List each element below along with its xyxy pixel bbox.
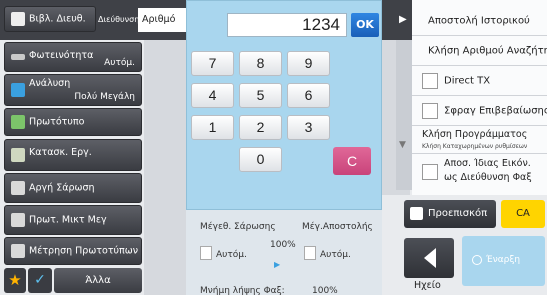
key-3[interactable]: 3 (287, 115, 330, 140)
slow-scan-icon (11, 181, 25, 195)
address-tab[interactable]: Διεύθυνση (98, 10, 142, 30)
confirm-stamp-checkbox[interactable] (422, 102, 438, 119)
job-build-label: Κατασκ. Εργ. (29, 147, 92, 158)
favorite-button[interactable]: ★ (4, 268, 26, 293)
status-area: Μέγεθ. Σάρωσης Μέγ.Αποστολής 100% Αυτόμ.… (186, 210, 382, 295)
slow-scan-button[interactable]: Αργή Σάρωση (4, 173, 142, 203)
direct-tx-button[interactable]: Direct TX (412, 66, 547, 96)
key-7[interactable]: 7 (191, 51, 234, 76)
program-call-label: Κλήση Προγράμματος (422, 129, 528, 140)
original-count-icon (11, 244, 25, 258)
send-same-image-checkbox[interactable] (422, 164, 438, 180)
key-0[interactable]: 0 (239, 147, 282, 172)
brightness-button[interactable]: Φωτεινότητα Αυτόμ. (4, 42, 142, 72)
right-scrollbar[interactable] (396, 40, 412, 190)
speaker-label: Ηχείο (414, 280, 441, 291)
key-8[interactable]: 8 (239, 51, 282, 76)
key-1[interactable]: 1 (191, 115, 234, 140)
arrow-right-icon: ▶ (274, 260, 281, 269)
send-history-button[interactable]: Αποστολή Ιστορικού (412, 6, 547, 36)
search-number-label: Κλήση Αριθμού Αναζήτηση (428, 45, 547, 56)
address-book-button[interactable]: Βιβλ. Διευθ. (4, 6, 96, 32)
scroll-down-icon[interactable]: ▼ (399, 140, 406, 150)
check-button[interactable]: ✓ (28, 268, 52, 293)
key-5[interactable]: 5 (239, 83, 282, 108)
preview-icon (410, 207, 423, 220)
program-call-button[interactable]: Κλήση Προγράμματος Κλήση Καταχωρημένων ρ… (412, 126, 547, 154)
key-2[interactable]: 2 (239, 115, 282, 140)
key-9[interactable]: 9 (287, 51, 330, 76)
speaker-icon (424, 248, 436, 268)
brightness-icon (11, 54, 25, 60)
right-top-dark (382, 0, 412, 40)
start-button[interactable]: Έναρξη (462, 236, 545, 286)
address-book-icon (11, 12, 25, 26)
expand-arrow-icon[interactable]: ▶ (399, 14, 407, 25)
mixed-size-original-button[interactable]: Πρωτ. Μικτ Μεγ (4, 205, 142, 235)
send-history-label: Αποστολή Ιστορικού (428, 15, 530, 26)
brightness-label: Φωτεινότητα (29, 50, 94, 61)
original-button[interactable]: Πρωτότυπο (4, 108, 142, 136)
send-same-image-label-1: Αποσ. Ίδιας Εικόν. (444, 158, 531, 169)
original-count-button[interactable]: Μέτρηση Πρωτοτύπων (4, 237, 142, 265)
original-icon (11, 115, 25, 129)
numeric-keypad-panel: 1234 OK 7 8 9 4 5 6 1 2 3 0 C (186, 0, 382, 210)
confirm-stamp-label: Σφραγ Επιβεβαίωσης (444, 105, 547, 116)
paper-icon (200, 246, 212, 260)
confirm-stamp-button[interactable]: Σφραγ Επιβεβαίωσης (412, 96, 547, 126)
fax-memory-value: 100% (312, 286, 338, 295)
scan-size-label: Μέγεθ. Σάρωσης (200, 222, 276, 232)
direct-tx-label: Direct TX (444, 75, 491, 86)
key-4[interactable]: 4 (191, 83, 234, 108)
job-build-button[interactable]: Κατασκ. Εργ. (4, 139, 142, 171)
original-label: Πρωτότυπο (29, 116, 85, 128)
key-6[interactable]: 6 (287, 83, 330, 108)
zoom-percent: 100% (270, 240, 296, 250)
send-size-label: Μέγ.Αποστολής (302, 222, 373, 232)
speaker-button[interactable] (404, 238, 454, 278)
resolution-value: Πολύ Μεγάλη (74, 92, 135, 102)
slow-scan-label: Αργή Σάρωση (29, 182, 95, 194)
resolution-icon (11, 83, 25, 97)
resolution-button[interactable]: Ανάλυση Πολύ Μεγάλη (4, 74, 142, 106)
clear-button[interactable]: C (333, 147, 371, 175)
start-icon (472, 255, 482, 265)
original-count-label: Μέτρηση Πρωτοτύπων (29, 245, 139, 257)
send-size-value[interactable]: Αυτόμ. (320, 250, 351, 260)
fax-memory-label: Μνήμη λήψης Φαξ: (200, 286, 285, 295)
resolution-label: Ανάλυση (29, 78, 71, 89)
direct-tx-checkbox[interactable] (422, 72, 438, 89)
scan-size-value[interactable]: Αυτόμ. (216, 250, 247, 260)
program-call-sublabel: Κλήση Καταχωρημένων ρυθμίσεων (422, 143, 528, 150)
preview-label: Προεπισκόπ (428, 208, 488, 219)
send-same-image-button[interactable]: Αποσ. Ίδιας Εικόν. ως Διεύθυνση Φαξ (412, 154, 547, 190)
start-label: Έναρξη (486, 255, 521, 265)
number-input-field[interactable]: Αριθμό (138, 8, 186, 32)
paper-icon-send (304, 246, 316, 260)
keypad-display: 1234 (227, 13, 347, 37)
brightness-value: Αυτόμ. (104, 58, 135, 68)
preview-button[interactable]: Προεπισκόπ (404, 200, 496, 228)
mixed-size-icon (11, 213, 25, 227)
fax-screen: Βιβλ. Διευθ. Διεύθυνση Αριθμό Φωτεινότητ… (0, 0, 547, 295)
mixed-size-label: Πρωτ. Μικτ Μεγ (29, 214, 107, 226)
job-build-icon (11, 148, 25, 162)
others-button[interactable]: Άλλα (54, 268, 142, 293)
ok-button[interactable]: OK (351, 13, 379, 37)
address-book-label: Βιβλ. Διευθ. (29, 13, 86, 25)
ca-button[interactable]: CA (501, 200, 545, 228)
send-same-image-label-2: ως Διεύθυνση Φαξ (444, 172, 532, 183)
search-number-call-button[interactable]: Κλήση Αριθμού Αναζήτηση (412, 36, 547, 66)
